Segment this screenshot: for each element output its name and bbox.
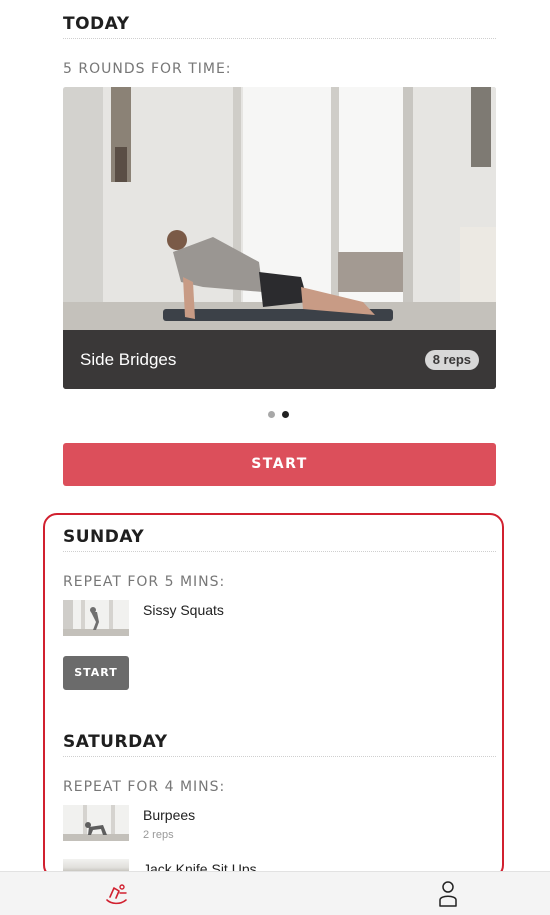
sunday-subheading: REPEAT FOR 5 MINS:	[63, 574, 226, 590]
thumbnail-image	[63, 805, 129, 841]
saturday-subheading: REPEAT FOR 4 MINS:	[63, 779, 226, 795]
exercise-thumbnail[interactable]	[63, 805, 129, 841]
thumbnail-image	[63, 600, 129, 636]
exercise-name: Side Bridges	[80, 350, 177, 369]
today-subheading: 5 ROUNDS FOR TIME:	[63, 61, 232, 77]
exercise-illustration	[63, 87, 496, 330]
start-today-button[interactable]: START	[63, 443, 496, 486]
carousel-dot-2[interactable]	[282, 411, 289, 418]
today-heading: TODAY	[63, 14, 496, 39]
workout-icon-graphic	[106, 884, 127, 905]
profile-icon[interactable]	[433, 878, 463, 908]
reps-badge: 8 reps	[424, 350, 479, 370]
exercise-caption: Side Bridges 8 reps	[63, 330, 496, 389]
bottom-navigation	[0, 871, 550, 915]
workout-icon[interactable]	[102, 878, 132, 908]
profile-icon-graphic	[439, 881, 457, 907]
saturday-heading: SATURDAY	[63, 732, 496, 757]
exercise-carousel[interactable]: Side Bridges 8 reps	[63, 87, 496, 389]
start-sunday-button[interactable]: START	[63, 656, 129, 690]
sunday-heading: SUNDAY	[63, 527, 496, 552]
exercise-thumbnail[interactable]	[63, 600, 129, 636]
exercise-name: Sissy Squats	[143, 602, 224, 618]
exercise-thumbnail[interactable]	[63, 859, 129, 871]
carousel-dot-1[interactable]	[268, 411, 275, 418]
exercise-video[interactable]	[63, 87, 496, 330]
exercise-reps: 2 reps	[143, 829, 174, 841]
exercise-name: Jack Knife Sit Ups	[143, 861, 257, 871]
exercise-name: Burpees	[143, 807, 196, 823]
